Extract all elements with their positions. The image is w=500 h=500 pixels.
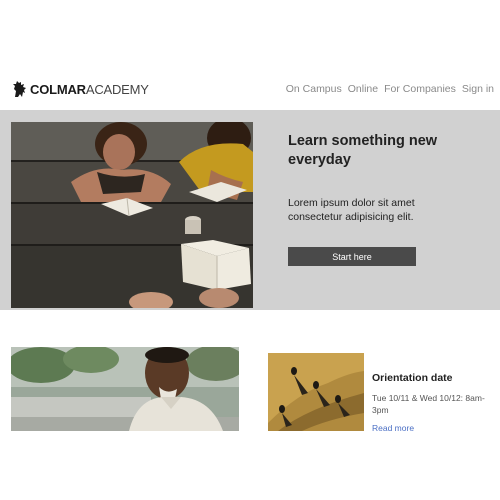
nav-for-companies[interactable]: For Companies xyxy=(384,83,456,95)
feature-card-photo[interactable] xyxy=(11,347,239,431)
brand-name-bold: COLMAR xyxy=(30,81,86,97)
brand-name: COLMARACADEMY xyxy=(30,82,149,97)
hero-students-photo xyxy=(11,122,253,308)
event-title: Orientation date xyxy=(372,372,453,384)
event-aerial-photo[interactable] xyxy=(268,353,364,431)
hero-description: Lorem ipsum dolor sit amet consectetur a… xyxy=(288,197,415,223)
nav-online[interactable]: Online xyxy=(348,83,378,95)
brand-name-light: ACADEMY xyxy=(85,81,149,97)
lion-rampant-icon xyxy=(13,81,26,97)
start-here-button[interactable]: Start here xyxy=(288,247,416,266)
read-more-link[interactable]: Read more xyxy=(372,423,414,433)
nav-sign-in[interactable]: Sign in xyxy=(462,83,494,95)
nav-on-campus[interactable]: On Campus xyxy=(286,83,342,95)
brand-logo[interactable]: COLMARACADEMY xyxy=(12,79,149,99)
hero-title: Learn something new everyday xyxy=(288,133,438,168)
event-date: Tue 10/11 & Wed 10/12: 8am-3pm xyxy=(372,393,485,415)
hero-section: Learn something new everyday Lorem ipsum… xyxy=(0,110,500,310)
top-nav: On Campus Online For Companies Sign in xyxy=(286,83,494,95)
